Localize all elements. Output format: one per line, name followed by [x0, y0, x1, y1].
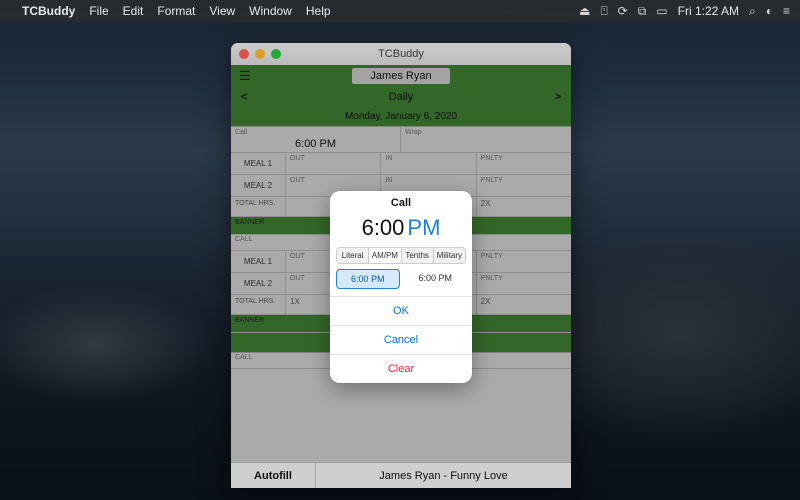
modal-title: Call — [330, 191, 472, 213]
time-display: 6:00PM — [330, 213, 472, 247]
time-input-plain[interactable]: 6:00 PM — [405, 269, 467, 289]
menubar-view[interactable]: View — [209, 4, 235, 18]
segment-literal[interactable]: Literal — [337, 248, 369, 263]
ok-button[interactable]: OK — [330, 296, 472, 325]
clear-button[interactable]: Clear — [330, 354, 472, 383]
control-center-icon[interactable]: ◐ — [766, 4, 773, 18]
format-segment: Literal AM/PM Tenths Military — [336, 247, 466, 264]
user-icon[interactable]: ⍞ — [600, 4, 607, 19]
time-input-active[interactable]: 6:00 PM — [336, 269, 400, 289]
menubar-window[interactable]: Window — [249, 4, 292, 18]
wifi-icon[interactable]: ⧉ — [638, 4, 647, 19]
time-picker-modal: Call 6:00PM Literal AM/PM Tenths Militar… — [330, 191, 472, 383]
spotlight-icon[interactable]: ⌕ — [749, 4, 756, 19]
time-ampm[interactable]: PM — [407, 215, 440, 240]
segment-ampm[interactable]: AM/PM — [369, 248, 401, 263]
cancel-button[interactable]: Cancel — [330, 325, 472, 354]
app-window: TCBuddy ☰ James Ryan < Daily > Monday, J… — [231, 43, 571, 488]
timemachine-icon[interactable]: ⟳ — [618, 4, 628, 18]
notifications-icon[interactable]: ≡ — [783, 4, 790, 18]
segment-military[interactable]: Military — [434, 248, 465, 263]
time-inputs-row: 6:00 PM 6:00 PM — [336, 269, 466, 289]
menubar-edit[interactable]: Edit — [123, 4, 144, 18]
eject-icon[interactable]: ⏏ — [579, 4, 590, 18]
menubar-format[interactable]: Format — [157, 4, 195, 18]
macos-menubar: TCBuddy File Edit Format View Window Hel… — [0, 0, 800, 22]
menubar-app-name[interactable]: TCBuddy — [22, 4, 75, 18]
time-hours[interactable]: 6:00 — [362, 215, 405, 240]
menubar-clock[interactable]: Fri 1:22 AM — [678, 4, 739, 18]
menubar-help[interactable]: Help — [306, 4, 331, 18]
segment-tenths[interactable]: Tenths — [402, 248, 434, 263]
desktop-background: TCBuddy File Edit Format View Window Hel… — [0, 0, 800, 500]
battery-icon[interactable]: ▭ — [656, 4, 667, 18]
menubar-file[interactable]: File — [89, 4, 108, 18]
